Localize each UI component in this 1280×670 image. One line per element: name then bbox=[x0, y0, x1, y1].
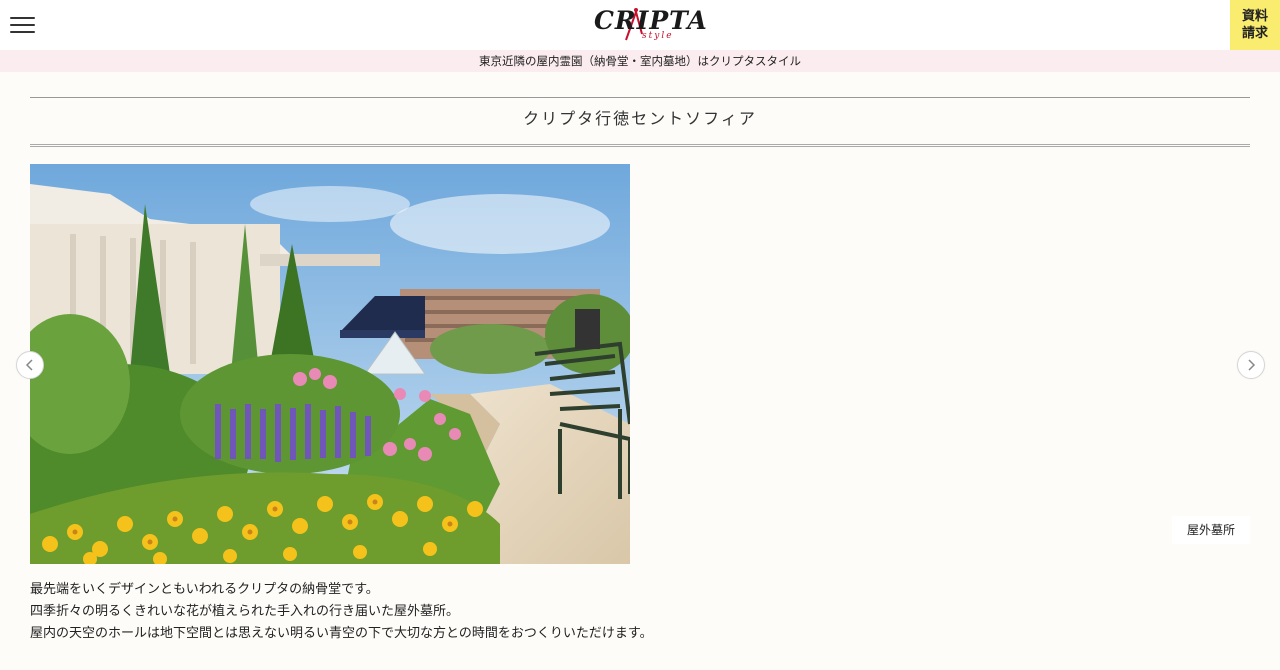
slider-next-button[interactable] bbox=[1237, 351, 1265, 379]
site-header: CRIPTA style 資料請求 bbox=[0, 0, 1280, 51]
page-title-frame: クリプタ行徳セントソフィア bbox=[30, 97, 1250, 147]
slider-image-outdoor-garden bbox=[30, 164, 630, 564]
chevron-right-icon bbox=[1248, 359, 1256, 371]
garden-photo bbox=[30, 164, 630, 564]
description-line: 四季折々の明るくきれいな花が植えられた手入れの行き届いた屋外墓所。 bbox=[30, 604, 460, 619]
hamburger-menu-icon[interactable] bbox=[10, 14, 36, 36]
site-tagline: 東京近隣の屋内霊園（納骨堂・室内墓地）はクリプタスタイル bbox=[0, 50, 1280, 72]
request-materials-button[interactable]: 資料請求 bbox=[1230, 0, 1280, 50]
facility-description: 最先端をいくデザインともいわれるクリプタの納骨堂です。 四季折々の明るくきれいな… bbox=[30, 579, 930, 645]
page-title: クリプタ行徳セントソフィア bbox=[523, 109, 757, 128]
description-line: 最先端をいくデザインともいわれるクリプタの納骨堂です。 bbox=[30, 582, 379, 597]
logo-subtext: style bbox=[642, 31, 674, 41]
slider-prev-button[interactable] bbox=[16, 351, 44, 379]
description-line: 屋内の天空のホールは地下空間とは思えない明るい青空の下で大切な方との時間をおつく… bbox=[30, 626, 653, 641]
chevron-left-icon bbox=[25, 359, 33, 371]
request-materials-label: 資料請求 bbox=[1241, 9, 1268, 41]
site-logo[interactable]: CRIPTA style bbox=[590, 4, 707, 46]
slide-caption: 屋外墓所 bbox=[1172, 516, 1250, 544]
